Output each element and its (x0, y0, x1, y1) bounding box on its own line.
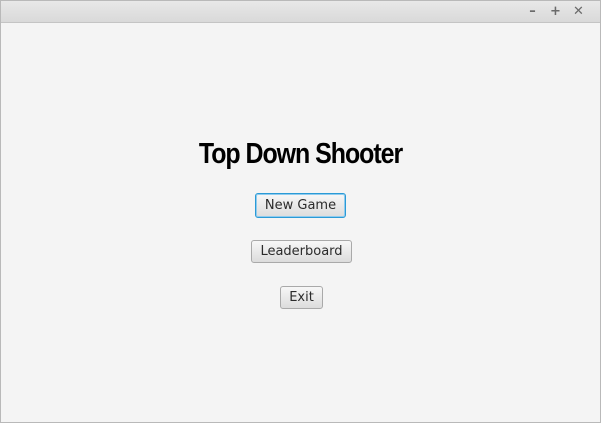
window-titlebar[interactable]: – + ✕ (1, 1, 600, 23)
window-controls: – + ✕ (521, 3, 590, 20)
main-menu: Top Down Shooter New Game Leaderboard Ex… (1, 23, 600, 422)
game-title: Top Down Shooter (198, 138, 403, 170)
new-game-button[interactable]: New Game (255, 193, 346, 218)
leaderboard-button[interactable]: Leaderboard (251, 240, 352, 263)
close-icon[interactable]: ✕ (567, 3, 590, 20)
minimize-icon[interactable]: – (521, 3, 544, 20)
app-window: – + ✕ Top Down Shooter New Game Leaderbo… (0, 0, 601, 423)
exit-button[interactable]: Exit (280, 286, 323, 309)
maximize-icon[interactable]: + (544, 3, 567, 20)
